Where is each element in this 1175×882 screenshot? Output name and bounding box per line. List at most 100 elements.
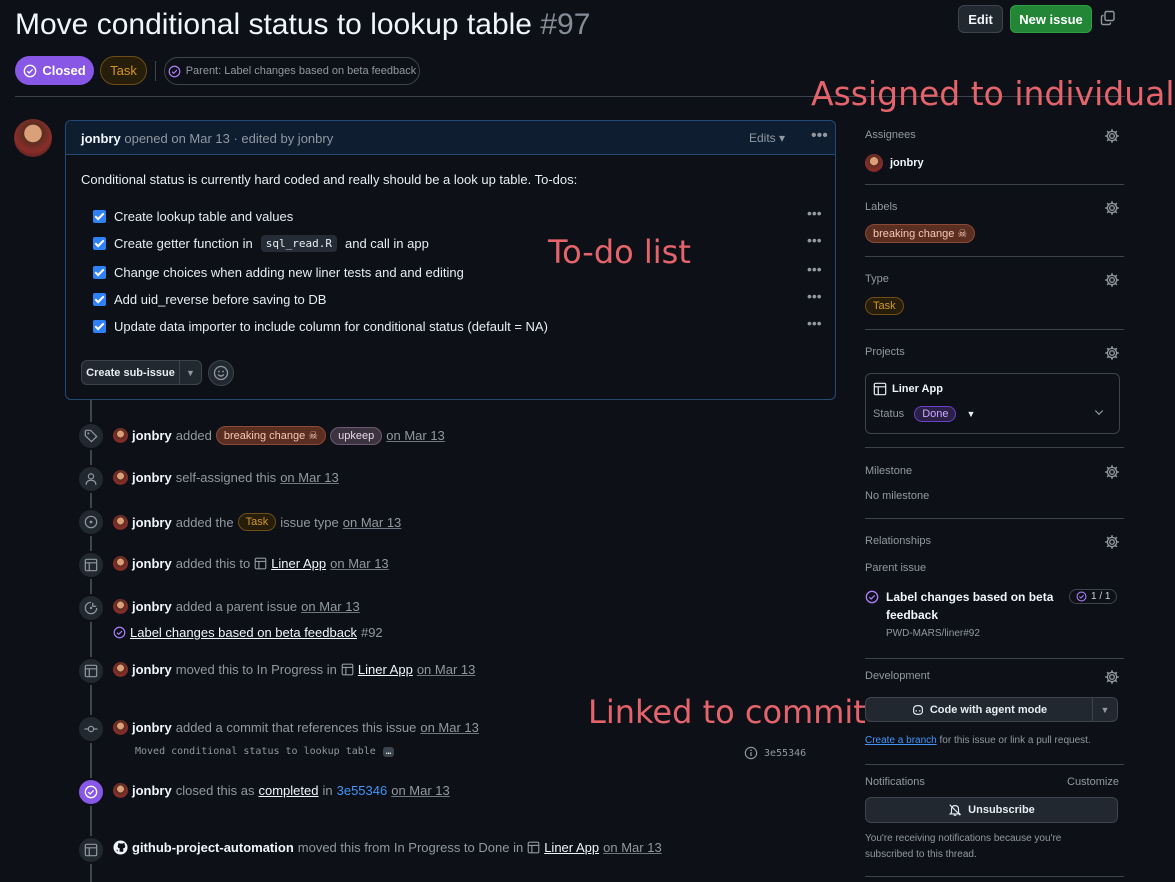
checkbox-checked[interactable]: [93, 237, 106, 250]
avatar[interactable]: [865, 154, 883, 172]
event-date-link[interactable]: on Mar 13: [330, 556, 389, 571]
event-date-link[interactable]: on Mar 13: [343, 515, 402, 530]
todo-item[interactable]: Update data importer to include column f…: [93, 319, 548, 334]
avatar[interactable]: [113, 556, 128, 571]
event-user[interactable]: github-project-automation: [132, 840, 294, 855]
chevron-down-icon[interactable]: [1093, 406, 1105, 421]
todo-menu-icon[interactable]: •••: [807, 232, 822, 248]
assignees-heading: Assignees: [865, 129, 916, 141]
project-table-icon: [527, 841, 540, 854]
commit-sha[interactable]: 3e55346: [764, 748, 806, 759]
gear-icon[interactable]: [1104, 534, 1120, 550]
sidebar-divider: [865, 184, 1124, 185]
avatar[interactable]: [113, 599, 128, 614]
status-done-pill[interactable]: Done: [914, 406, 957, 422]
event-user[interactable]: jonbry: [132, 783, 172, 798]
label-breaking-change[interactable]: breaking change ☠: [865, 224, 976, 243]
event-user[interactable]: jonbry: [132, 515, 172, 530]
checkbox-checked[interactable]: [93, 320, 106, 333]
avatar[interactable]: [113, 783, 128, 798]
project-link[interactable]: Liner App: [544, 840, 599, 855]
create-branch-link[interactable]: Create a branch: [865, 735, 937, 746]
reaction-smiley-icon[interactable]: [208, 360, 234, 386]
code-with-agent-button[interactable]: Code with agent mode ▼: [865, 697, 1118, 722]
project-table-icon: [873, 382, 887, 396]
project-table-icon: [341, 663, 354, 676]
avatar[interactable]: [113, 514, 128, 530]
todo-menu-icon[interactable]: •••: [807, 205, 822, 221]
header-divider: [155, 61, 156, 81]
author-avatar[interactable]: [14, 119, 52, 157]
gear-icon[interactable]: [1104, 272, 1120, 288]
event-date-link[interactable]: on Mar 13: [301, 599, 360, 614]
checkbox-checked[interactable]: [93, 210, 106, 223]
gear-icon[interactable]: [1104, 128, 1120, 144]
todo-menu-icon[interactable]: •••: [807, 288, 822, 304]
customize-link[interactable]: Customize: [1067, 776, 1119, 788]
avatar[interactable]: [113, 470, 128, 485]
parent-issue-reference[interactable]: Label changes based on beta feedback #92: [113, 625, 383, 640]
event-date-link[interactable]: on Mar 13: [420, 720, 479, 735]
event-user[interactable]: jonbry: [132, 720, 172, 735]
project-link[interactable]: Liner App: [271, 556, 326, 571]
label-breaking-change[interactable]: breaking change ☠: [215, 426, 327, 445]
type-task-pill[interactable]: Task: [237, 513, 277, 531]
gear-icon[interactable]: [1104, 669, 1120, 685]
copy-icon[interactable]: [1100, 10, 1118, 28]
avatar[interactable]: [113, 662, 128, 677]
avatar[interactable]: [113, 428, 128, 443]
unsubscribe-button[interactable]: Unsubscribe: [865, 797, 1118, 823]
status-label: Status: [873, 408, 905, 420]
commit-sha-link[interactable]: 3e55346: [337, 783, 388, 798]
commit-expand-button[interactable]: …: [382, 746, 395, 757]
avatar[interactable]: [113, 720, 128, 735]
event-date-link[interactable]: on Mar 13: [391, 783, 450, 798]
todo-menu-icon[interactable]: •••: [807, 261, 822, 277]
completed-link[interactable]: completed: [259, 783, 319, 798]
gear-icon[interactable]: [1104, 200, 1120, 216]
new-issue-button[interactable]: New issue: [1010, 5, 1092, 33]
event-date-link[interactable]: on Mar 13: [386, 428, 445, 443]
event-date-link[interactable]: on Mar 13: [417, 662, 476, 677]
gear-icon[interactable]: [1104, 464, 1120, 480]
parent-issue-link[interactable]: Label changes based on beta feedback: [886, 588, 1066, 624]
todo-menu-icon[interactable]: •••: [807, 315, 822, 331]
todo-item[interactable]: Create lookup table and values: [93, 209, 293, 224]
todo-item[interactable]: Create getter function in sql_read.R and c…: [93, 235, 429, 252]
commit-message-text[interactable]: Moved conditional status to lookup table: [135, 746, 376, 757]
caret-down-icon[interactable]: ▼: [966, 409, 975, 419]
edits-dropdown[interactable]: Edits ▾: [749, 131, 785, 145]
comment-menu-icon[interactable]: •••: [811, 127, 828, 145]
project-name[interactable]: Liner App: [873, 382, 943, 396]
event-date-link[interactable]: on Mar 13: [280, 470, 339, 485]
todo-item[interactable]: Add uid_reverse before saving to DB: [93, 292, 326, 307]
parent-issue-badge[interactable]: Parent: Label changes based on beta feed…: [164, 57, 420, 85]
issue-type-badge[interactable]: Task: [100, 56, 147, 85]
parent-issue-link[interactable]: Label changes based on beta feedback: [130, 625, 357, 640]
info-icon[interactable]: [744, 746, 758, 760]
edit-button[interactable]: Edit: [958, 5, 1003, 33]
event-user[interactable]: jonbry: [132, 556, 172, 571]
create-sub-issue-label[interactable]: Create sub-issue: [82, 361, 180, 384]
gear-icon[interactable]: [1104, 345, 1120, 361]
todo-item[interactable]: Change choices when adding new liner tes…: [93, 265, 464, 280]
event-user[interactable]: jonbry: [132, 470, 172, 485]
comment-author[interactable]: jonbry: [81, 131, 121, 146]
github-logo-icon[interactable]: [113, 840, 128, 855]
sidebar-divider: [865, 329, 1124, 330]
create-sub-issue-button[interactable]: Create sub-issue ▼: [81, 360, 202, 385]
project-status[interactable]: Status Done ▼: [873, 406, 975, 422]
event-user[interactable]: jonbry: [132, 599, 172, 614]
type-task-pill[interactable]: Task: [865, 297, 904, 315]
checkbox-checked[interactable]: [93, 293, 106, 306]
caret-down-icon[interactable]: ▼: [1093, 698, 1117, 721]
event-user[interactable]: jonbry: [132, 428, 172, 443]
checkbox-checked[interactable]: [93, 266, 106, 279]
event-date-link[interactable]: on Mar 13: [603, 840, 662, 855]
assignee-item[interactable]: jonbry: [865, 154, 924, 172]
sub-issue-progress: 1 / 1: [1069, 589, 1118, 604]
caret-down-icon[interactable]: ▼: [180, 361, 201, 384]
event-user[interactable]: jonbry: [132, 662, 172, 677]
label-upkeep[interactable]: upkeep: [330, 426, 383, 445]
project-link[interactable]: Liner App: [358, 662, 413, 677]
